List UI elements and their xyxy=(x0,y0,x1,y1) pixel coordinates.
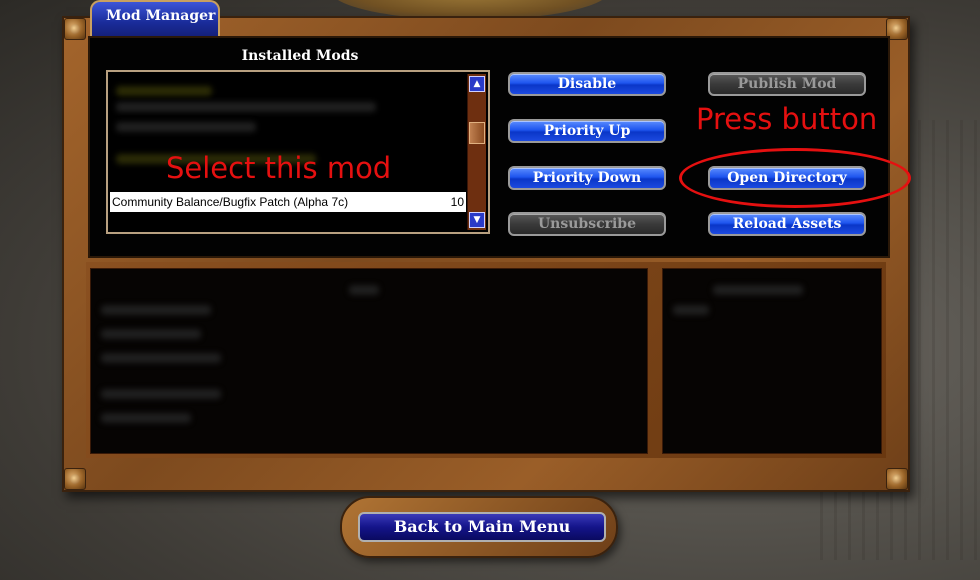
installed-mods-title: Installed Mods xyxy=(241,48,359,64)
unsubscribe-button[interactable]: Unsubscribe xyxy=(508,212,666,236)
annotation-highlight-ellipse xyxy=(679,148,911,208)
tab-mod-manager[interactable]: Mod Manager xyxy=(90,0,220,36)
priority-up-button[interactable]: Priority Up xyxy=(508,119,666,143)
frame-rivet xyxy=(64,468,86,490)
annotation-select-mod: Select this mod xyxy=(166,151,392,185)
mod-priority-number: 10 xyxy=(450,195,464,209)
frame-rivet xyxy=(886,468,908,490)
arrow-up-icon[interactable]: ▲ xyxy=(469,76,485,92)
installed-mods-panel: Installed Mods Community Balance/Bugfix … xyxy=(88,36,890,258)
blurred-text xyxy=(713,285,803,295)
blurred-text xyxy=(349,285,379,295)
blurred-text xyxy=(101,353,221,363)
disable-button[interactable]: Disable xyxy=(508,72,666,96)
blurred-list-item xyxy=(116,102,376,112)
publish-mod-button[interactable]: Publish Mod xyxy=(708,72,866,96)
mod-description-area xyxy=(90,268,648,454)
list-scrollbar[interactable]: ▲ ▼ xyxy=(467,74,486,230)
mod-name: Community Balance/Bugfix Patch (Alpha 7c… xyxy=(112,195,349,209)
back-button-frame: Back to Main Menu xyxy=(340,496,618,558)
blurred-list-item xyxy=(116,122,256,132)
mod-info-area xyxy=(662,268,882,454)
frame-rivet xyxy=(64,18,86,40)
blurred-list-item xyxy=(116,86,212,96)
back-to-main-menu-button[interactable]: Back to Main Menu xyxy=(358,512,606,542)
blurred-text xyxy=(101,389,221,399)
blurred-text xyxy=(101,329,201,339)
annotation-press-button: Press button xyxy=(696,102,878,136)
blurred-text xyxy=(673,305,709,315)
mod-details-panel xyxy=(86,262,886,458)
priority-down-button[interactable]: Priority Down xyxy=(508,166,666,190)
scrollbar-thumb[interactable] xyxy=(469,122,485,144)
reload-assets-button[interactable]: Reload Assets xyxy=(708,212,866,236)
list-item-selected[interactable]: Community Balance/Bugfix Patch (Alpha 7c… xyxy=(110,192,466,212)
arrow-down-icon[interactable]: ▼ xyxy=(469,212,485,228)
blurred-text xyxy=(101,413,191,423)
blurred-text xyxy=(101,305,211,315)
